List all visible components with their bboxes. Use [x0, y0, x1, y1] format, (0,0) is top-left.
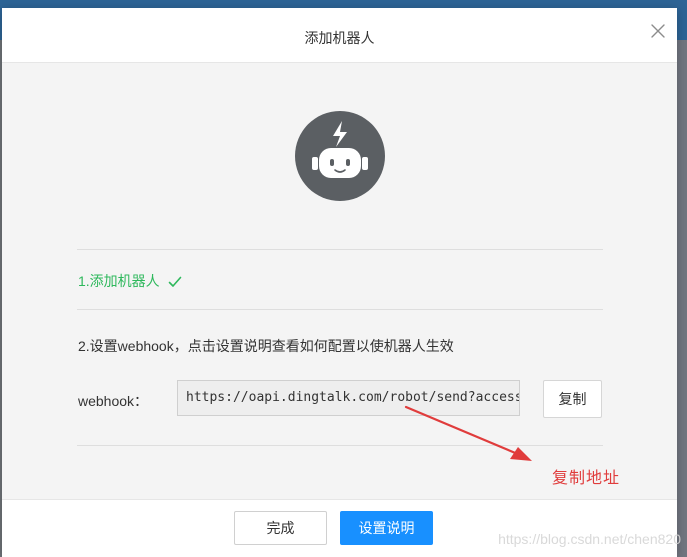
dialog-header: 添加机器人: [2, 8, 677, 63]
dialog-body: 1.添加机器人 2.设置webhook，点击设置说明查看如何配置以使机器人生效 …: [2, 63, 677, 499]
robot-avatar: [295, 111, 385, 201]
dialog-footer: 完成 设置说明: [2, 499, 677, 557]
check-icon: [168, 275, 182, 291]
step1-status: 1.添加机器人: [78, 271, 182, 291]
settings-guide-button[interactable]: 设置说明: [340, 511, 433, 545]
add-robot-dialog: 添加机器人 1.添加机器人 2.设置webhook，点击设置说明查看如何配置以使…: [2, 8, 677, 557]
annotation-arrow: [404, 405, 532, 461]
close-icon: [651, 24, 665, 38]
step2-instruction: 2.设置webhook，点击设置说明查看如何配置以使机器人生效: [78, 338, 454, 354]
webhook-label: webhook：: [78, 393, 149, 409]
robot-icon: [312, 121, 368, 178]
done-button[interactable]: 完成: [234, 511, 327, 545]
close-button[interactable]: [649, 22, 667, 40]
dialog-title: 添加机器人: [304, 30, 375, 46]
step1-label: 1.添加机器人: [78, 273, 160, 289]
divider-top: [77, 249, 603, 250]
watermark-text: https://blog.csdn.net/chen820: [498, 531, 681, 547]
annotation-text: 复制地址: [552, 470, 621, 487]
divider-middle: [77, 309, 603, 310]
